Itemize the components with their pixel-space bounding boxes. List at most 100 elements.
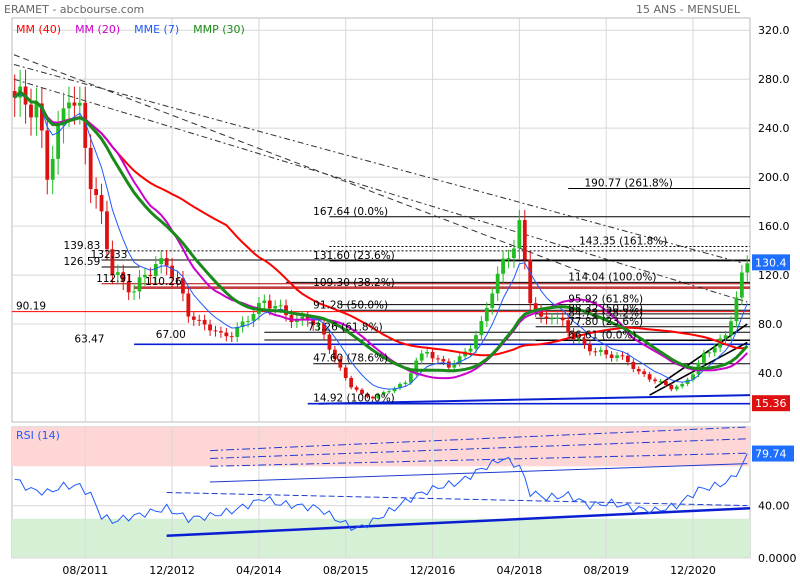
candle-body (29, 104, 33, 118)
fib-level-label: 67.00 (156, 329, 186, 341)
candle-body (663, 381, 668, 385)
y-tick-label: 40.0 (758, 367, 783, 380)
rsi-value-label: 79.74 (755, 448, 787, 461)
chart-title: ERAMET - abcbourse.com (4, 3, 145, 16)
rsi-channel-line (210, 463, 748, 483)
candle-body (501, 258, 505, 274)
candle-body (327, 334, 332, 350)
candle-body (186, 293, 191, 317)
candle-body (490, 293, 495, 308)
candle-body (219, 331, 223, 333)
fib-level-label: 91.28 (50.0%) (313, 299, 388, 311)
legend-item: MM (40) (16, 23, 61, 36)
candle-body (588, 344, 592, 352)
candle-body (224, 332, 229, 337)
candle-body (403, 382, 408, 384)
candle-body (474, 335, 478, 349)
rsi-channel-line (166, 492, 748, 507)
candle-body (430, 351, 435, 359)
candle-body (425, 351, 430, 354)
candle-body (235, 327, 240, 337)
candle-body (484, 307, 489, 322)
legend-item: MME (7) (134, 23, 179, 36)
candle-body (506, 258, 511, 260)
candle-body (555, 317, 560, 319)
fib-level-label: 131.60 (23.6%) (313, 250, 395, 262)
candle-body (436, 358, 440, 360)
candle-body (208, 324, 212, 331)
candle-body (604, 350, 609, 355)
candle-body (642, 371, 647, 375)
candle-body (164, 258, 169, 266)
chart-period: 15 ANS - MENSUEL (636, 3, 740, 16)
x-tick-label: 08/2015 (323, 564, 369, 577)
y-tick-label: 280.0 (758, 73, 790, 86)
y-tick-label: 240.0 (758, 122, 790, 135)
candle-body (349, 377, 354, 388)
fib-level-label: 190.77 (261.8%) (584, 177, 672, 189)
candle-body (132, 291, 136, 293)
candle-body (94, 189, 99, 196)
fib-level-label: 47.60 (78.6%) (313, 353, 388, 365)
candle-body (495, 273, 500, 294)
candle-body (512, 248, 516, 259)
candle-body (598, 350, 603, 352)
candle-body (191, 316, 196, 320)
candle-body (202, 319, 207, 325)
fib-level-label: 109.30 (38.2%) (313, 277, 395, 289)
candle-body (745, 263, 750, 273)
candle-body (669, 384, 674, 390)
x-tick-label: 12/2016 (410, 564, 456, 577)
candle-body (246, 320, 250, 322)
candle-body (262, 300, 267, 303)
candle-body (653, 379, 657, 382)
fib-level-label: 126.59 (64, 256, 101, 268)
fib-level-label: 73.26 (61.8%) (308, 321, 383, 333)
candle-body (153, 264, 158, 277)
candle-body (446, 361, 451, 368)
candle-body (441, 359, 446, 362)
candle-body (45, 130, 50, 180)
rsi-title: RSI (14) (16, 429, 60, 442)
fib-level-label: 90.19 (16, 301, 46, 313)
fib-level-label: 66.61 (0.0%) (568, 329, 636, 341)
candle-body (701, 353, 706, 363)
candle-body (522, 220, 527, 260)
candle-body (712, 347, 717, 353)
candle-body (229, 336, 234, 338)
chart-canvas: 08/2011 12/2012 04/2014 08/2015 12/2016 04/20… (11, 17, 797, 577)
x-tick-label: 04/2018 (497, 564, 543, 577)
candle-body (707, 352, 712, 354)
fib-level-label: 77.80 (23.6%) (568, 316, 643, 328)
candle-body (658, 381, 663, 383)
y-tick-label: 80.0 (758, 318, 783, 331)
fib-level-label: 143.35 (161.8%) (579, 236, 667, 248)
fib-level-label: 63.47 (74, 333, 104, 345)
rsi-y-tick-label: 40.00 (758, 500, 790, 513)
x-tick-label: 12/2020 (670, 564, 716, 577)
candle-body (674, 386, 679, 390)
fib-level-label: 14.92 (100.0%) (313, 393, 395, 405)
candle-body (636, 368, 641, 372)
candle-body (77, 102, 82, 106)
candle-body (620, 355, 625, 357)
candle-body (517, 220, 522, 249)
candle-body (734, 297, 739, 322)
candle-body (550, 318, 554, 320)
candle-body (251, 314, 256, 321)
fib-level-label: 167.64 (0.0%) (313, 206, 388, 218)
fib-level-label: 112.91 (96, 273, 133, 285)
stock-chart: ERAMET - abcbourse.com 15 ANS - MENSUEL … (0, 0, 800, 580)
y-tick-label: 120.0 (758, 269, 790, 282)
candle-body (197, 319, 202, 321)
candle-body (99, 195, 104, 212)
low-price-label: 15.36 (755, 397, 787, 410)
candle-body (739, 272, 744, 298)
candle-body (343, 367, 348, 378)
x-tick-label: 08/2011 (62, 564, 108, 577)
candle-body (354, 387, 359, 390)
candle-body (267, 300, 272, 309)
candle-body (213, 330, 218, 332)
candle-body (468, 348, 473, 352)
candle-body (626, 355, 630, 362)
